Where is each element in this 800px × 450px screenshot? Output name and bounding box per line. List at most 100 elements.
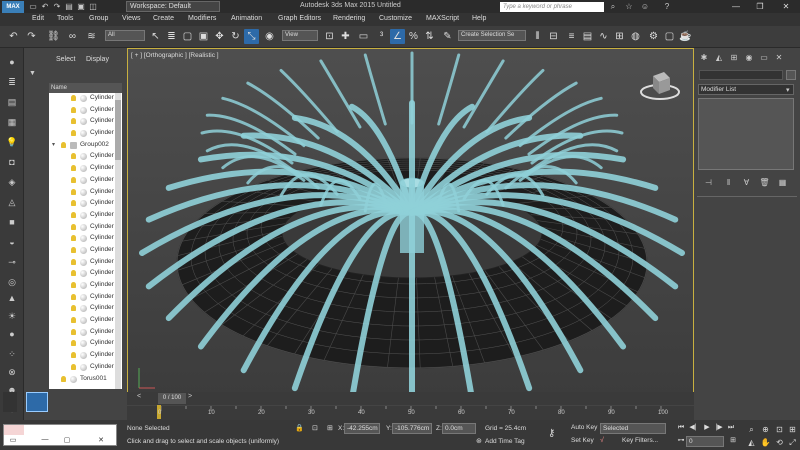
- scene-object-row[interactable]: Cylinder: [49, 210, 122, 222]
- pan-icon[interactable]: ✋: [760, 437, 771, 448]
- visibility-bulb-icon[interactable]: [71, 235, 76, 242]
- undo-icon[interactable]: ↶: [40, 2, 50, 12]
- light-icon[interactable]: 💡: [5, 136, 19, 148]
- dome-icon[interactable]: ◒: [5, 236, 19, 248]
- curve-editor-icon[interactable]: ∿: [596, 29, 611, 44]
- link-icon[interactable]: ⛓: [46, 29, 61, 44]
- auto-key-button[interactable]: Auto Key: [571, 424, 597, 431]
- edit-named-selection-icon[interactable]: ✎: [440, 29, 455, 44]
- field-of-view-icon[interactable]: ◭: [746, 437, 757, 448]
- menu-rendering[interactable]: Rendering: [333, 15, 365, 22]
- visibility-bulb-icon[interactable]: [71, 165, 76, 172]
- material-icon[interactable]: ▦: [5, 116, 19, 128]
- utilities-tab-icon[interactable]: ✕: [773, 52, 785, 64]
- visibility-bulb-icon[interactable]: [71, 176, 76, 183]
- scene-object-row[interactable]: Cylinder: [49, 245, 122, 257]
- scene-object-row[interactable]: Cylinder: [49, 187, 122, 199]
- menu-maxscript[interactable]: MAXScript: [426, 15, 459, 22]
- helper-icon[interactable]: ◈: [5, 176, 19, 188]
- absolute-mode-icon[interactable]: ⊞: [327, 424, 333, 432]
- create-tab-icon[interactable]: ✱: [698, 52, 710, 64]
- scene-object-row[interactable]: Cylinder: [49, 93, 122, 105]
- visibility-bulb-icon[interactable]: [61, 141, 66, 148]
- visibility-bulb-icon[interactable]: [71, 118, 76, 125]
- redo-icon[interactable]: ↷: [52, 2, 62, 12]
- scrollbar-thumb[interactable]: [115, 100, 121, 160]
- align-icon[interactable]: ⊟: [546, 29, 561, 44]
- viewcube-icon[interactable]: [640, 68, 680, 102]
- camera-icon[interactable]: ◘: [5, 156, 19, 168]
- snaps-toggle-icon[interactable]: ³: [374, 29, 389, 44]
- zoom-all-icon[interactable]: ⊕: [760, 424, 771, 435]
- toggle-ribbon-icon[interactable]: ▤: [580, 29, 595, 44]
- key-mode-selection-dropdown[interactable]: Selected: [600, 423, 666, 434]
- visibility-bulb-icon[interactable]: [71, 328, 76, 335]
- place-icon[interactable]: ◉: [262, 29, 277, 44]
- select-object-icon[interactable]: ↖: [148, 29, 163, 44]
- script-icon[interactable]: ▭: [8, 436, 18, 445]
- add-time-tag-button[interactable]: Add Time Tag: [485, 438, 525, 445]
- app-menu-button[interactable]: MAX: [2, 1, 24, 13]
- select-by-name-icon[interactable]: ≣: [164, 29, 179, 44]
- scene-object-row[interactable]: Cylinder: [49, 175, 122, 187]
- layer-explorer-icon[interactable]: ≡: [564, 29, 579, 44]
- select-scale-icon[interactable]: ⤡: [244, 29, 259, 44]
- help-icon[interactable]: ?: [662, 2, 672, 12]
- visibility-bulb-icon[interactable]: [71, 130, 76, 137]
- visibility-bulb-icon[interactable]: [71, 223, 76, 230]
- scene-object-row[interactable]: Cylinder: [49, 327, 122, 339]
- scene-object-row[interactable]: Cylinder: [49, 105, 122, 117]
- maxscript-macro-recorder[interactable]: [4, 425, 24, 435]
- play-icon[interactable]: ▶: [702, 423, 712, 433]
- schematic-view-icon[interactable]: ⊞: [612, 29, 627, 44]
- menu-tools[interactable]: Tools: [57, 15, 73, 22]
- set-key-button[interactable]: Set Key: [571, 437, 594, 444]
- scene-explorer-mode-button[interactable]: [26, 392, 48, 412]
- menu-help[interactable]: Help: [472, 15, 486, 22]
- visibility-bulb-icon[interactable]: [71, 270, 76, 277]
- go-to-end-icon[interactable]: ⏭: [726, 423, 736, 433]
- select-move-icon[interactable]: ✥: [212, 29, 227, 44]
- scene-object-row[interactable]: Cylinder: [49, 116, 122, 128]
- visibility-bulb-icon[interactable]: [71, 188, 76, 195]
- x-coordinate-field[interactable]: -42.255cm: [344, 423, 380, 434]
- column-header-name[interactable]: Name: [49, 83, 122, 93]
- scene-group-row[interactable]: ▾ Group002: [49, 140, 122, 152]
- key-filters-button[interactable]: Key Filters...: [622, 437, 658, 444]
- next-key-icon[interactable]: |▶: [714, 423, 724, 433]
- configure-modifier-sets-icon[interactable]: ▦: [777, 177, 788, 188]
- scene-object-row[interactable]: Cylinder: [49, 338, 122, 350]
- scene-object-row[interactable]: Cylinder: [49, 151, 122, 163]
- y-coordinate-field[interactable]: -105.776cm: [392, 423, 432, 434]
- z-coordinate-field[interactable]: 0.0cm: [442, 423, 476, 434]
- xref-icon[interactable]: ⊗: [5, 366, 19, 378]
- torus-icon[interactable]: ◎: [5, 276, 19, 288]
- spinner-snap-icon[interactable]: ⇅: [422, 29, 437, 44]
- bind-space-warp-icon[interactable]: ≋: [84, 29, 99, 44]
- visibility-bulb-icon[interactable]: [71, 340, 76, 347]
- material-editor-icon[interactable]: ◍: [628, 29, 643, 44]
- prev-frame-icon[interactable]: <: [137, 393, 141, 400]
- object-name-field[interactable]: [699, 70, 783, 80]
- visibility-bulb-icon[interactable]: [71, 363, 76, 370]
- visibility-bulb-icon[interactable]: [71, 211, 76, 218]
- search-input[interactable]: Type a keyword or phrase: [500, 2, 604, 12]
- maximize-viewport-icon[interactable]: ⤢: [787, 437, 798, 448]
- named-selection-sets-dropdown[interactable]: Create Selection Se: [458, 30, 526, 41]
- unlink-icon[interactable]: ∞: [65, 29, 80, 44]
- remove-modifier-icon[interactable]: 🗑: [759, 177, 770, 188]
- minimize-icon[interactable]: —: [40, 436, 50, 445]
- scene-object-row[interactable]: Torus001: [49, 374, 122, 386]
- time-tag-icon[interactable]: ⊛: [476, 437, 482, 445]
- reference-coordinate-dropdown[interactable]: View: [282, 30, 318, 41]
- visibility-bulb-icon[interactable]: [71, 200, 76, 207]
- angle-snap-icon[interactable]: ∠: [390, 29, 405, 44]
- time-slider[interactable]: [127, 392, 694, 405]
- visibility-bulb-icon[interactable]: [71, 246, 76, 253]
- particle-icon[interactable]: ⁘: [5, 348, 19, 360]
- teapot-icon[interactable]: ●: [5, 328, 19, 340]
- current-frame-field[interactable]: 0: [686, 436, 724, 447]
- maximize-button[interactable]: ❐: [750, 1, 770, 12]
- menu-views[interactable]: Views: [122, 15, 141, 22]
- open-icon[interactable]: ▤: [64, 2, 74, 12]
